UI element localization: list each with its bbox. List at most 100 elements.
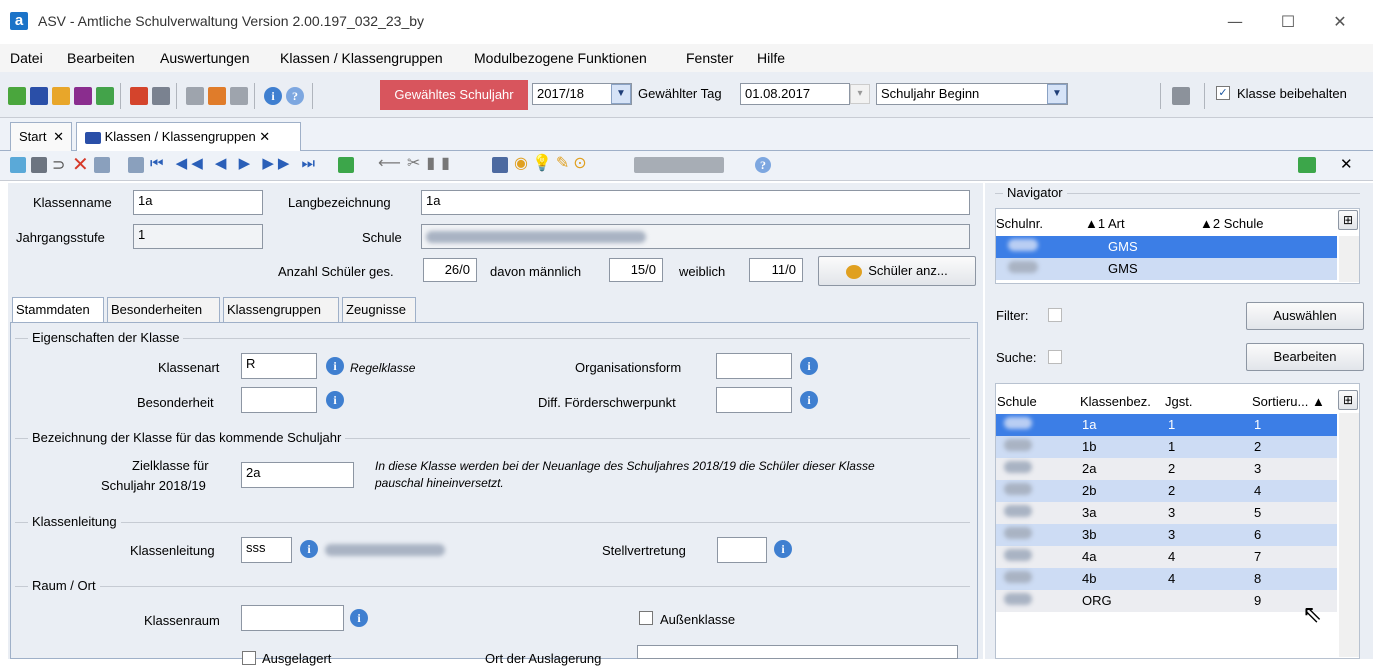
refresh-icon[interactable]	[338, 157, 354, 173]
table-row[interactable]: 1a 1 1	[996, 414, 1337, 436]
print-icon[interactable]	[492, 157, 508, 173]
save-icon[interactable]	[31, 157, 47, 173]
schuljahr-mode-select[interactable]: Schuljahr Beginn	[876, 83, 1068, 105]
info-icon[interactable]: i	[300, 540, 318, 558]
menu-datei[interactable]: Datei	[10, 50, 43, 66]
scrollbar[interactable]	[1339, 413, 1359, 657]
info-icon[interactable]: i	[774, 540, 792, 558]
tab-stammdaten[interactable]: Stammdaten	[12, 297, 104, 323]
orgform-input[interactable]	[716, 353, 792, 379]
table-row[interactable]: ORG 9	[996, 590, 1337, 612]
info-icon[interactable]: i	[264, 87, 282, 105]
export-icon[interactable]	[208, 87, 226, 105]
menu-modulbezogene-funktionen[interactable]: Modulbezogene Funktionen	[474, 50, 647, 66]
chevron-down-icon[interactable]: ▼	[1047, 84, 1067, 104]
group-icon[interactable]	[52, 87, 70, 105]
table-row[interactable]: 1b 1 2	[996, 436, 1337, 458]
stellvertretung-input[interactable]	[717, 537, 767, 563]
table-row[interactable]: 2b 2 4	[996, 480, 1337, 502]
table-row[interactable]: 4b 4 8	[996, 568, 1337, 590]
details-icon[interactable]	[94, 157, 110, 173]
keep-class-checkbox[interactable]: ✓	[1216, 86, 1230, 100]
table-row[interactable]: 4a 4 7	[996, 546, 1337, 568]
copy-icon[interactable]	[186, 87, 204, 105]
chevron-down-icon[interactable]: ▼	[611, 84, 631, 104]
klassenart-input[interactable]: R	[241, 353, 317, 379]
aussenklasse-checkbox[interactable]	[639, 611, 653, 625]
tab-klassen[interactable]: Klassen / Klassengruppen ✕	[76, 122, 301, 151]
schueler-anzeigen-button[interactable]: Schüler anz...	[818, 256, 976, 286]
tab-start[interactable]: Start ✕	[10, 122, 72, 151]
list-icon[interactable]	[128, 157, 144, 173]
edit-tools-icon[interactable]: ⟵✂▮▮	[378, 153, 456, 173]
help-icon[interactable]: ?	[286, 87, 304, 105]
foerder-input[interactable]	[716, 387, 792, 413]
suche-checkbox[interactable]	[1048, 350, 1062, 364]
new-icon[interactable]	[10, 157, 26, 173]
people-icon[interactable]	[8, 87, 26, 105]
undo-icon[interactable]: ⊃	[52, 155, 65, 175]
col-schule[interactable]: ▲2 Schule	[1200, 216, 1264, 231]
delete-icon[interactable]: ✕	[72, 152, 89, 177]
langbez-input[interactable]: 1a	[421, 190, 970, 215]
close-icon[interactable]: ✕	[53, 129, 64, 144]
table-row[interactable]: 3b 3 6	[996, 524, 1337, 546]
table-row[interactable]: GMS	[996, 236, 1337, 258]
info-icon[interactable]: i	[326, 391, 344, 409]
column-chooser-icon[interactable]: ⊞	[1338, 210, 1358, 230]
info-icon[interactable]: i	[350, 609, 368, 627]
menu-klassen[interactable]: Klassen / Klassengruppen	[280, 50, 443, 66]
date-picker-icon[interactable]: ▾	[850, 84, 870, 104]
subject-icon[interactable]	[96, 87, 114, 105]
klassenleitung-input[interactable]: sss	[241, 537, 292, 563]
close-window-button[interactable]: ✕	[1320, 8, 1360, 36]
lightning-icon[interactable]	[230, 87, 248, 105]
table-row[interactable]: GMS	[996, 258, 1337, 280]
help-icon[interactable]: ?	[755, 157, 771, 173]
info-icon[interactable]: i	[800, 357, 818, 375]
minimize-button[interactable]: —	[1215, 8, 1255, 36]
tab-besonderheiten[interactable]: Besonderheiten	[107, 297, 220, 323]
jgst-input[interactable]: 1	[133, 224, 263, 249]
col-art[interactable]: ▲1 Art	[1085, 216, 1125, 231]
book-icon[interactable]	[130, 87, 148, 105]
menu-bearbeiten[interactable]: Bearbeiten	[67, 50, 135, 66]
bearbeiten-button[interactable]: Bearbeiten	[1246, 343, 1364, 371]
filter-checkbox[interactable]	[1048, 308, 1062, 322]
maximize-button[interactable]: ☐	[1268, 8, 1308, 36]
view-tools-icon[interactable]: ◉💡✎⊙	[514, 153, 591, 173]
table-row[interactable]: 3a 3 5	[996, 502, 1337, 524]
close-icon[interactable]: ✕	[1340, 155, 1353, 173]
col-sortierung[interactable]: Sortieru... ▲	[1252, 394, 1325, 409]
navigation-arrows-icon[interactable]: ⏮ ◀◀ ◀ ▶ ▶▶ ⏭	[150, 154, 319, 172]
scrollbar[interactable]	[1339, 236, 1359, 282]
col-jgst[interactable]: Jgst.	[1165, 394, 1193, 409]
col-klassenbez[interactable]: Klassenbez.	[1080, 394, 1151, 409]
ausgelagert-checkbox[interactable]	[242, 651, 256, 665]
column-chooser-icon[interactable]: ⊞	[1338, 390, 1358, 410]
besonderheit-input[interactable]	[241, 387, 317, 413]
tab-klassengruppen[interactable]: Klassengruppen	[223, 297, 339, 323]
refresh-view-icon[interactable]	[1298, 157, 1316, 173]
menu-auswertungen[interactable]: Auswertungen	[160, 50, 250, 66]
teacher-icon[interactable]	[74, 87, 92, 105]
print-icon[interactable]	[1172, 87, 1190, 105]
tag-input[interactable]: 01.08.2017	[740, 83, 850, 105]
tab-zeugnisse[interactable]: Zeugnisse	[342, 297, 416, 323]
calculator-icon[interactable]	[152, 87, 170, 105]
col-schule[interactable]: Schule	[997, 394, 1037, 409]
zielklasse-input[interactable]: 2a	[241, 462, 354, 488]
menu-fenster[interactable]: Fenster	[686, 50, 733, 66]
auswaehlen-button[interactable]: Auswählen	[1246, 302, 1364, 330]
klassenraum-input[interactable]	[241, 605, 344, 631]
info-icon[interactable]: i	[800, 391, 818, 409]
class-icon[interactable]	[30, 87, 48, 105]
menu-hilfe[interactable]: Hilfe	[757, 50, 785, 66]
table-row[interactable]: 2a 2 3	[996, 458, 1337, 480]
klassenname-input[interactable]: 1a	[133, 190, 263, 215]
ort-input[interactable]	[637, 645, 958, 659]
col-schulnr[interactable]: Schulnr.	[996, 216, 1043, 231]
info-icon[interactable]: i	[326, 357, 344, 375]
schule-input[interactable]	[421, 224, 970, 249]
close-icon[interactable]: ✕	[259, 129, 270, 144]
